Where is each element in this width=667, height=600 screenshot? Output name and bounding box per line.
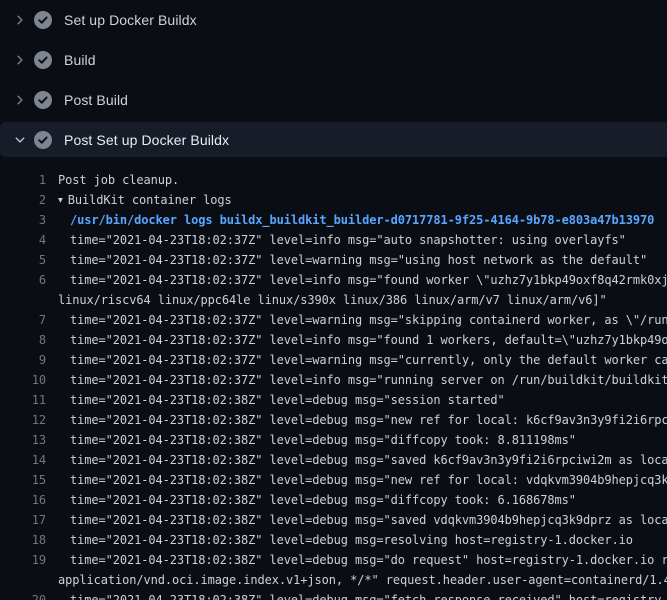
line-number[interactable]: 3 (0, 213, 46, 227)
command-text: /usr/bin/docker logs buildx_buildkit_bui… (70, 213, 654, 227)
log-text: time="2021-04-23T18:02:38Z" level=debug … (70, 493, 576, 507)
log-row: 8 time="2021-04-23T18:02:37Z" level=info … (0, 330, 667, 350)
line-number[interactable]: 4 (0, 233, 46, 247)
chevron-right-icon (12, 12, 28, 28)
line-number[interactable]: 15 (0, 473, 46, 487)
line-number[interactable]: 14 (0, 453, 46, 467)
log-group-toggle[interactable]: ▼ BuildKit container logs (58, 193, 232, 207)
check-circle-icon (34, 131, 52, 149)
log-text: time="2021-04-23T18:02:38Z" level=debug … (70, 593, 667, 600)
log-text: time="2021-04-23T18:02:38Z" level=debug … (70, 473, 667, 487)
log-row: 14 time="2021-04-23T18:02:38Z" level=debu… (0, 450, 667, 470)
log-row: 18 time="2021-04-23T18:02:38Z" level=debu… (0, 530, 667, 550)
line-number[interactable]: 1 (0, 173, 46, 187)
log-text: application/vnd.oci.image.index.v1+json,… (58, 573, 667, 587)
step-row-build[interactable]: Build (0, 40, 667, 80)
log-row: 11 time="2021-04-23T18:02:38Z" level=debu… (0, 390, 667, 410)
check-circle-icon (34, 91, 52, 109)
line-number[interactable]: 18 (0, 533, 46, 547)
log-text: Post job cleanup. (58, 173, 179, 187)
log-row: 10 time="2021-04-23T18:02:37Z" level=info… (0, 370, 667, 390)
log-text: time="2021-04-23T18:02:37Z" level=info m… (70, 333, 667, 347)
log-row-continuation: linux/riscv64 linux/ppc64le linux/s390x … (0, 290, 667, 310)
step-label: Build (64, 52, 96, 68)
log-row: 6 time="2021-04-23T18:02:37Z" level=info … (0, 270, 667, 290)
line-number[interactable]: 10 (0, 373, 46, 387)
check-circle-icon (34, 11, 52, 29)
log-row: 1 Post job cleanup. (0, 170, 667, 190)
line-number[interactable]: 17 (0, 513, 46, 527)
chevron-right-icon (12, 92, 28, 108)
chevron-down-icon (12, 132, 28, 148)
log-row: 9 time="2021-04-23T18:02:37Z" level=warni… (0, 350, 667, 370)
line-number[interactable]: 8 (0, 333, 46, 347)
step-label: Post Set up Docker Buildx (64, 132, 229, 148)
line-number[interactable]: 12 (0, 413, 46, 427)
log-text: time="2021-04-23T18:02:38Z" level=debug … (70, 513, 667, 527)
line-number[interactable]: 16 (0, 493, 46, 507)
log-text: time="2021-04-23T18:02:37Z" level=info m… (70, 373, 667, 387)
line-number[interactable]: 5 (0, 253, 46, 267)
line-number[interactable]: 20 (0, 593, 46, 600)
log-row: 13 time="2021-04-23T18:02:38Z" level=debu… (0, 430, 667, 450)
line-number[interactable]: 2 (0, 193, 46, 207)
log-container: 1 Post job cleanup. 2 ▼ BuildKit container l… (0, 170, 667, 600)
check-circle-icon (34, 51, 52, 69)
log-text: time="2021-04-23T18:02:38Z" level=debug … (70, 413, 667, 427)
log-row: 15 time="2021-04-23T18:02:38Z" level=debu… (0, 470, 667, 490)
log-row: 17 time="2021-04-23T18:02:38Z" level=debu… (0, 510, 667, 530)
log-row: 3/usr/bin/docker logs buildx_buildkit_bu… (0, 210, 667, 230)
line-number[interactable]: 9 (0, 353, 46, 367)
step-row-post-build[interactable]: Post Build (0, 80, 667, 120)
line-number[interactable]: 13 (0, 433, 46, 447)
log-row-continuation: application/vnd.oci.image.index.v1+json,… (0, 570, 667, 590)
log-text: time="2021-04-23T18:02:38Z" level=debug … (70, 453, 667, 467)
step-label: Post Build (64, 92, 128, 108)
line-number[interactable]: 11 (0, 393, 46, 407)
log-row: 5 time="2021-04-23T18:02:37Z" level=warni… (0, 250, 667, 270)
triangle-down-icon: ▼ (58, 195, 63, 204)
log-row: 7 time="2021-04-23T18:02:37Z" level=warni… (0, 310, 667, 330)
step-row-post-set-up-docker-buildx[interactable]: Post Set up Docker Buildx (0, 122, 667, 157)
step-row-set-up-docker-buildx[interactable]: Set up Docker Buildx (0, 0, 667, 40)
log-text: linux/riscv64 linux/ppc64le linux/s390x … (58, 293, 607, 307)
log-row: 2 ▼ BuildKit container logs (0, 190, 667, 210)
log-text: time="2021-04-23T18:02:38Z" level=debug … (70, 433, 576, 447)
log-text: time="2021-04-23T18:02:37Z" level=info m… (70, 273, 667, 287)
log-row: 4 time="2021-04-23T18:02:37Z" level=info … (0, 230, 667, 250)
log-text: time="2021-04-23T18:02:38Z" level=debug … (70, 533, 633, 547)
log-text: time="2021-04-23T18:02:37Z" level=warnin… (70, 253, 647, 267)
line-number[interactable]: 7 (0, 313, 46, 327)
log-row: 12 time="2021-04-23T18:02:38Z" level=debu… (0, 410, 667, 430)
chevron-right-icon (12, 52, 28, 68)
workflow-steps-list: Set up Docker Buildx Build Post Build Post … (0, 0, 667, 157)
step-label: Set up Docker Buildx (64, 12, 197, 28)
log-row: 20 time="2021-04-23T18:02:38Z" level=debu… (0, 590, 667, 600)
log-text: time="2021-04-23T18:02:38Z" level=debug … (70, 553, 667, 567)
line-number[interactable]: 19 (0, 553, 46, 567)
log-group-title: BuildKit container logs (68, 193, 232, 207)
line-number[interactable]: 6 (0, 273, 46, 287)
log-text: time="2021-04-23T18:02:37Z" level=warnin… (70, 353, 667, 367)
log-text: time="2021-04-23T18:02:37Z" level=warnin… (70, 313, 667, 327)
log-text: time="2021-04-23T18:02:37Z" level=info m… (70, 233, 626, 247)
log-row: 19 time="2021-04-23T18:02:38Z" level=debu… (0, 550, 667, 570)
log-text: time="2021-04-23T18:02:38Z" level=debug … (70, 393, 505, 407)
log-row: 16 time="2021-04-23T18:02:38Z" level=debu… (0, 490, 667, 510)
